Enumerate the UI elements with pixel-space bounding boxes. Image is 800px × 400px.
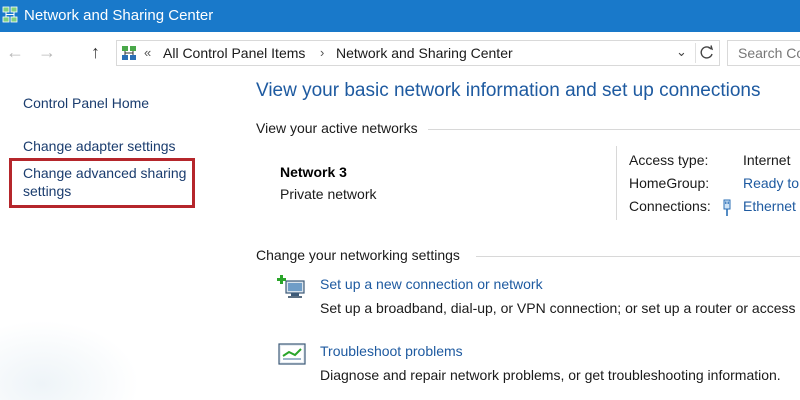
- ethernet-link[interactable]: Ethernet: [743, 198, 796, 214]
- vertical-divider: [616, 146, 617, 220]
- address-bar[interactable]: « All Control Panel Items › Network and …: [116, 40, 720, 66]
- control-panel-icon: [122, 46, 136, 60]
- new-connection-icon: [277, 275, 305, 298]
- window-title: Network and Sharing Center: [24, 7, 214, 24]
- breadcrumb-all-control-panel-items[interactable]: All Control Panel Items: [163, 45, 305, 61]
- forward-arrow-icon[interactable]: →: [38, 42, 56, 62]
- connections-label: Connections:: [629, 198, 711, 214]
- troubleshoot-icon: [278, 343, 306, 365]
- change-networking-settings-heading: Change your networking settings: [256, 247, 460, 263]
- homegroup-label: HomeGroup:: [629, 175, 710, 191]
- page-title: View your basic network information and …: [256, 80, 761, 101]
- overflow-chevron[interactable]: «: [144, 45, 151, 60]
- navigation-bar: ← → ↑ « All Control Panel Items › Networ…: [0, 32, 800, 74]
- chevron-down-icon[interactable]: ⌄: [676, 44, 687, 60]
- network-name: Network 3: [280, 164, 347, 180]
- breadcrumb-network-and-sharing-center[interactable]: Network and Sharing Center: [336, 45, 513, 61]
- up-arrow-icon[interactable]: ↑: [91, 42, 100, 62]
- search-input[interactable]: Search Co: [727, 40, 800, 66]
- access-type-label: Access type:: [629, 152, 709, 168]
- section-divider: [476, 256, 800, 257]
- breadcrumb-separator[interactable]: ›: [320, 45, 324, 60]
- section-divider: [428, 129, 800, 130]
- access-type-value: Internet: [743, 152, 791, 168]
- active-networks-heading: View your active networks: [256, 120, 418, 136]
- network-and-sharing-icon: [2, 6, 18, 23]
- network-category: Private network: [280, 186, 377, 202]
- troubleshoot-problems-description: Diagnose and repair network problems, or…: [320, 367, 781, 383]
- title-bar: Network and Sharing Center: [0, 0, 800, 32]
- setup-connection-link[interactable]: Set up a new connection or network: [320, 276, 543, 292]
- search-placeholder: Search Co: [738, 45, 800, 61]
- control-panel-home-link[interactable]: Control Panel Home: [23, 94, 149, 112]
- change-adapter-settings-link[interactable]: Change adapter settings: [23, 137, 176, 155]
- highlight-box: [9, 158, 195, 208]
- ethernet-icon[interactable]: [721, 199, 733, 217]
- troubleshoot-problems-link[interactable]: Troubleshoot problems: [320, 343, 463, 359]
- left-navigation-pane: Control Panel Home Change adapter settin…: [0, 74, 240, 400]
- refresh-icon[interactable]: [695, 43, 718, 63]
- back-arrow-icon[interactable]: ←: [6, 42, 24, 62]
- homegroup-link[interactable]: Ready to: [743, 175, 799, 191]
- setup-connection-description: Set up a broadband, dial-up, or VPN conn…: [320, 300, 796, 316]
